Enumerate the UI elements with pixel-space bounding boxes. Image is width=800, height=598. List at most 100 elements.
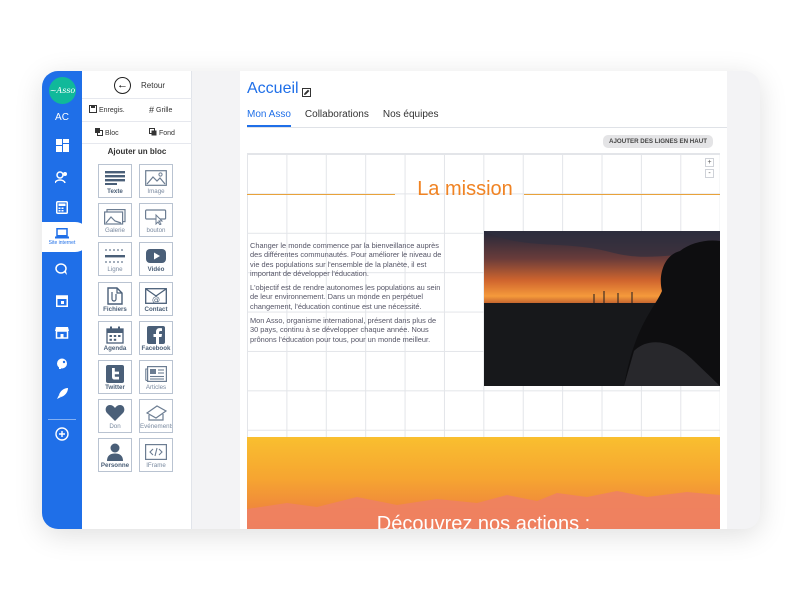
email-icon: @ <box>140 285 172 307</box>
title-rule-right <box>524 194 720 195</box>
gallery-icon <box>99 206 131 228</box>
user-initials[interactable]: AC <box>42 112 82 123</box>
tile-button[interactable]: bouton <box>139 203 173 237</box>
tile-articles[interactable]: Articles <box>139 360 173 394</box>
tile-text[interactable]: Texte <box>98 164 132 198</box>
back-arrow-icon[interactable]: ← <box>114 77 131 94</box>
tile-video[interactable]: Vidéo <box>139 242 173 276</box>
tile-label: Texte <box>107 188 123 195</box>
background-layers-icon <box>149 128 157 138</box>
accounting-calculator-icon[interactable] <box>53 198 71 216</box>
add-circle-icon[interactable] <box>53 425 71 443</box>
cursor-button-icon <box>140 206 172 228</box>
tile-label: Evénements <box>140 423 172 430</box>
banner-title: Découvrez nos actions : <box>376 513 591 529</box>
block-layers-icon <box>95 128 103 138</box>
layout-grid: + - La mission Changer le monde commence… <box>247 153 720 437</box>
donation-piggy-icon[interactable] <box>53 354 71 372</box>
tile-label: Personne <box>100 462 130 469</box>
tile-label: Agenda <box>103 345 127 352</box>
zoom-in-button[interactable]: + <box>705 158 714 167</box>
back-label[interactable]: Retour <box>141 81 165 90</box>
calendar-icon <box>99 324 131 346</box>
iframe-icon <box>140 441 172 463</box>
facebook-icon <box>140 324 172 346</box>
mission-paragraph: Changer le monde commence par la bienvei… <box>250 241 442 278</box>
association-logo[interactable]: ~Asso <box>49 77 76 104</box>
launch-rocket-icon[interactable] <box>53 384 71 402</box>
nav-website-label[interactable]: Site internet <box>42 240 82 246</box>
save-button[interactable]: Enregis. <box>89 105 125 115</box>
tile-donation[interactable]: Don <box>98 399 132 433</box>
page-editor: Accueil Mon Asso Collaborations Nos équi… <box>240 71 727 529</box>
mission-paragraph: L'objectif est de rendre autonomes les p… <box>250 283 441 311</box>
tile-label: Fichiers <box>103 306 127 313</box>
person-icon <box>99 441 131 463</box>
zoom-out-button[interactable]: - <box>705 169 714 178</box>
save-label: Enregis. <box>99 106 125 114</box>
tabs-divider <box>247 127 727 128</box>
background-label: Fond <box>159 129 175 137</box>
tile-label: Galerie <box>105 227 125 234</box>
mission-text-block[interactable]: Changer le monde commence par la bienvei… <box>250 241 442 349</box>
tab-collaborations[interactable]: Collaborations <box>305 109 369 127</box>
tile-line[interactable]: Ligne <box>98 242 132 276</box>
add-rows-top-button[interactable]: AJOUTER DES LIGNES EN HAUT <box>603 135 713 148</box>
nav-divider <box>48 419 76 420</box>
svg-text:@: @ <box>152 295 160 304</box>
members-icon[interactable] <box>53 168 71 186</box>
nav-rail: ~Asso AC Site internet <box>42 71 90 529</box>
dashboard-icon[interactable] <box>53 136 71 154</box>
background-button[interactable]: Fond <box>149 128 175 138</box>
tile-facebook[interactable]: Facebook <box>139 321 173 355</box>
tile-twitter[interactable]: Twitter <box>98 360 132 394</box>
events-calendar-icon[interactable] <box>53 291 71 309</box>
actions-banner[interactable]: Découvrez nos actions : <box>247 437 720 529</box>
block-panel: ← Retour Enregis. # Grille Bloc Fond Ajo… <box>82 71 192 529</box>
tile-image[interactable]: Image <box>139 164 173 198</box>
tile-gallery[interactable]: Galerie <box>98 203 132 237</box>
panel-divider <box>82 98 192 99</box>
twitter-icon <box>99 363 131 385</box>
floppy-disk-icon <box>89 105 97 115</box>
tile-person[interactable]: Personne <box>98 438 132 472</box>
panel-divider <box>82 121 192 122</box>
events-icon <box>140 402 172 424</box>
tile-label: Articles <box>145 384 167 391</box>
tile-files[interactable]: Fichiers <box>98 282 132 316</box>
articles-icon <box>140 363 172 385</box>
tile-label: bouton <box>146 227 166 234</box>
chat-icon[interactable] <box>53 260 71 278</box>
tile-label: Vidéo <box>147 266 165 273</box>
tile-label: Don <box>109 423 121 430</box>
file-icon <box>99 285 131 307</box>
main-area: Accueil Mon Asso Collaborations Nos équi… <box>192 71 760 529</box>
tile-label: IFrame <box>146 462 166 469</box>
shop-icon[interactable] <box>53 323 71 341</box>
grid-hash-icon: # <box>149 105 155 115</box>
add-block-title: Ajouter un bloc <box>107 147 167 156</box>
image-icon <box>140 167 172 189</box>
title-rule-left <box>247 194 395 195</box>
tile-label: Image <box>147 188 165 195</box>
tile-contact[interactable]: @ Contact <box>139 282 173 316</box>
video-icon <box>140 245 172 267</box>
tile-iframe[interactable]: IFrame <box>139 438 173 472</box>
tile-label: Ligne <box>107 266 123 273</box>
mission-photo[interactable] <box>484 231 720 386</box>
tile-events[interactable]: Evénements <box>139 399 173 433</box>
panel-divider <box>82 143 192 144</box>
app-window: ~Asso AC Site internet ← Retour Enregis.… <box>42 71 760 529</box>
page-canvas: + - La mission Changer le monde commence… <box>247 153 720 529</box>
tab-nos-equipes[interactable]: Nos équipes <box>383 109 439 127</box>
mission-title[interactable]: La mission <box>405 178 525 201</box>
tile-agenda[interactable]: Agenda <box>98 321 132 355</box>
tile-label: Twitter <box>105 384 125 391</box>
line-icon <box>99 245 131 267</box>
block-button[interactable]: Bloc <box>95 128 119 138</box>
tile-label: Facebook <box>141 345 171 352</box>
edit-pencil-icon[interactable] <box>302 84 311 102</box>
grid-button[interactable]: # Grille <box>149 105 172 115</box>
grid-label: Grille <box>156 106 173 114</box>
text-icon <box>99 167 131 189</box>
